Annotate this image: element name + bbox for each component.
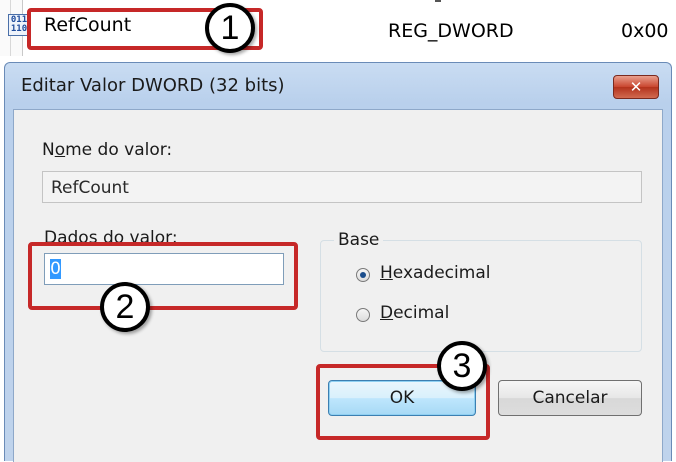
registry-value-list: 011 110 RefCount REG_DWORD 0x00 (0, 0, 676, 56)
callout-2: 2 (100, 282, 150, 332)
cancel-button[interactable]: Cancelar (498, 380, 642, 416)
base-group-title: Base (334, 230, 384, 250)
value-data-highlight (28, 242, 298, 310)
dialog-title: Editar Valor DWORD (32 bits) (21, 75, 285, 96)
radio-decimal[interactable] (356, 308, 370, 322)
value-name-field: RefCount (42, 171, 642, 203)
close-icon: ✕ (629, 78, 643, 96)
decimal-label[interactable]: Decimal (380, 303, 449, 323)
hexadecimal-label[interactable]: Hexadecimal (380, 263, 490, 283)
value-name-text: RefCount (51, 178, 129, 198)
base-groupbox (320, 240, 642, 352)
dialog-titlebar[interactable]: Editar Valor DWORD (32 bits) ✕ (5, 63, 671, 109)
column-divider-tick (435, 0, 441, 2)
value-name-label: Nome do valor: (42, 140, 173, 160)
callout-3: 3 (437, 341, 487, 391)
registry-value-data: 0x00 (621, 20, 669, 42)
close-button[interactable]: ✕ (613, 75, 659, 99)
callout-1: 1 (205, 3, 255, 53)
registry-value-type: REG_DWORD (388, 20, 514, 42)
edit-dword-dialog: Editar Valor DWORD (32 bits) ✕ Nome do v… (4, 62, 672, 462)
radio-hexadecimal[interactable] (356, 268, 370, 282)
